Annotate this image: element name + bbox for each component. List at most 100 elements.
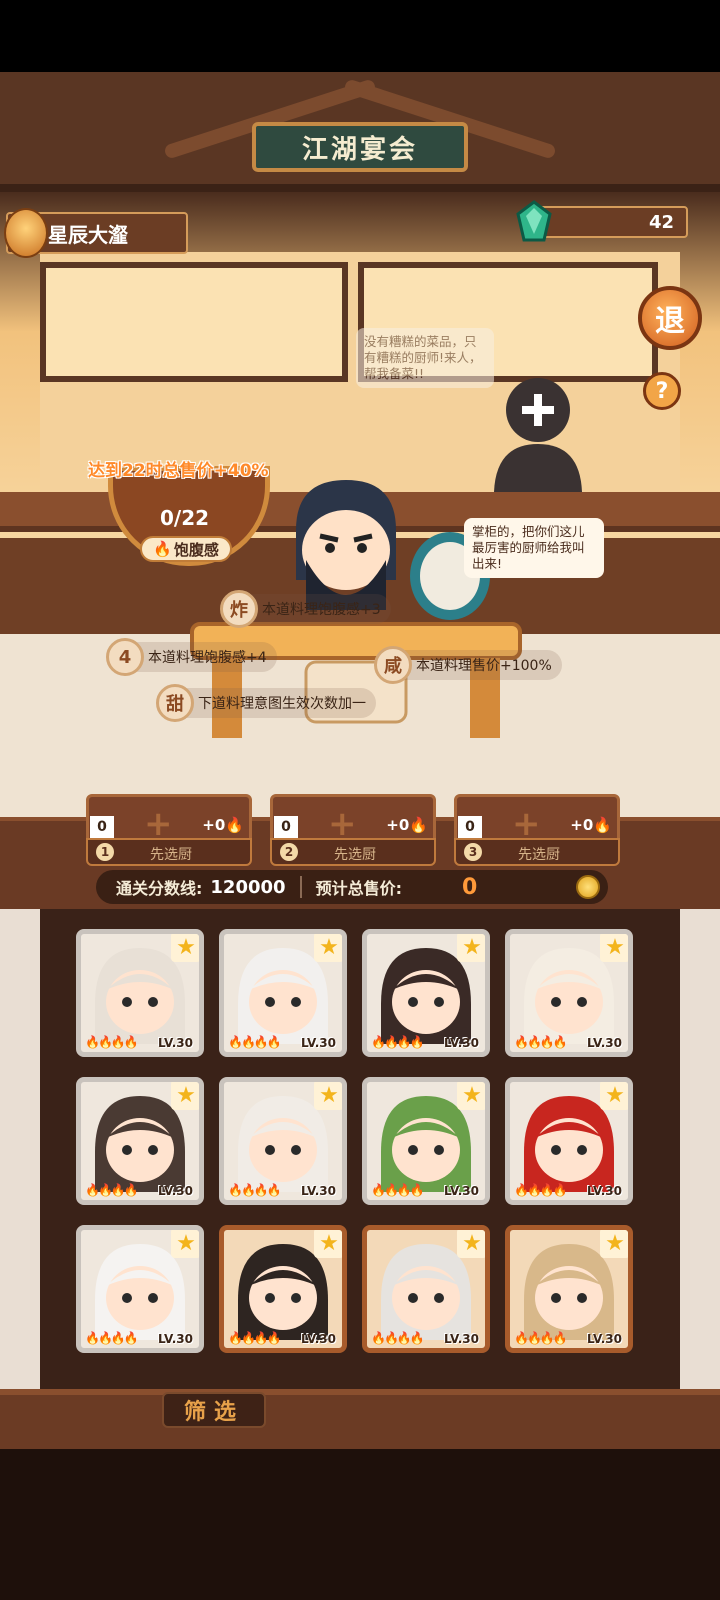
star-icon: ★	[600, 1082, 628, 1110]
slot-count: 0	[274, 816, 298, 838]
flame-icon: 🔥	[153, 540, 172, 558]
chef-card[interactable]: ★ 🔥🔥🔥🔥 LV.30	[505, 929, 633, 1057]
slot-count: 0	[458, 816, 482, 838]
filter-button[interactable]: 筛选	[162, 1392, 266, 1428]
effect-satiety: 4 本道料理饱腹感+4	[106, 638, 277, 676]
serving-table	[190, 622, 522, 738]
flame-icons: 🔥🔥🔥🔥	[514, 1183, 568, 1197]
slot-bonus-value: +0	[570, 816, 594, 834]
bottom-band	[0, 1389, 720, 1449]
slot-label: 先选厨	[334, 847, 376, 863]
speech-bubble-chef: 掌柜的，把你们这儿最厉害的厨师给我叫出来!	[464, 518, 604, 578]
star-icon: ★	[171, 1082, 199, 1110]
total-price-label: 预计总售价:	[315, 879, 402, 898]
effect-text: 下道料理意图生效次数加一	[198, 696, 366, 712]
star-icon: ★	[600, 934, 628, 962]
flame-icon: 🔥	[225, 816, 244, 834]
player-name: 星辰大瀣	[48, 222, 128, 247]
effect-text: 本道料理饱腹感+3	[262, 602, 381, 618]
pass-score-label: 通关分数线:	[116, 879, 203, 898]
effect-text: 本道料理饱腹感+4	[148, 650, 267, 666]
chef-card[interactable]: ★ 🔥🔥🔥🔥 LV.30	[219, 929, 347, 1057]
chef-card[interactable]: ★ 🔥🔥🔥🔥 LV.30	[362, 1077, 490, 1205]
help-button[interactable]: ?	[643, 372, 681, 410]
chef-card[interactable]: ★ 🔥🔥🔥🔥 LV.30	[219, 1077, 347, 1205]
slot-bonus: +0🔥	[202, 816, 244, 834]
slot-label: 先选厨	[518, 847, 560, 863]
title-sign: 江湖宴会	[252, 122, 468, 172]
chef-card[interactable]: ★ 🔥🔥🔥🔥 LV.30	[362, 1225, 490, 1353]
chef-level: LV.30	[444, 1332, 479, 1346]
satiety-count: 0/22	[160, 506, 210, 530]
flame-icons: 🔥🔥🔥🔥	[228, 1331, 282, 1345]
gem-counter: 42	[530, 206, 688, 238]
chef-level: LV.30	[444, 1036, 479, 1050]
gem-count: 42	[648, 212, 674, 233]
floor-bottom	[0, 1449, 720, 1600]
flame-icons: 🔥🔥🔥🔥	[228, 1035, 282, 1049]
effect-sweet: 甜 下道料理意图生效次数加一	[156, 684, 376, 722]
window	[40, 262, 348, 382]
slot-label: 先选厨	[150, 847, 192, 863]
effect-badge: 炸	[220, 590, 258, 628]
chef-card[interactable]: ★ 🔥🔥🔥🔥 LV.30	[505, 1225, 633, 1353]
gem-icon	[516, 200, 552, 242]
chef-level: LV.30	[301, 1036, 336, 1050]
speech-bubble-customer: 没有糟糕的菜品，只有糟糕的厨师!来人，帮我备菜!!	[356, 328, 494, 388]
slot-bonus: +0🔥	[386, 816, 428, 834]
chef-level: LV.30	[301, 1184, 336, 1198]
chef-level: LV.30	[158, 1184, 193, 1198]
slot-bonus-value: +0	[386, 816, 410, 834]
coin-icon	[576, 875, 600, 899]
star-icon: ★	[314, 934, 342, 962]
flame-icons: 🔥🔥🔥🔥	[371, 1183, 425, 1197]
flame-icons: 🔥🔥🔥🔥	[85, 1183, 139, 1197]
star-icon: ★	[457, 1082, 485, 1110]
flame-icons: 🔥🔥🔥🔥	[514, 1331, 568, 1345]
chef-level: LV.30	[301, 1332, 336, 1346]
effect-salty: 咸 本道料理售价+100%	[374, 646, 562, 684]
player-panel[interactable]: 星辰大瀣	[4, 208, 188, 258]
star-icon: ★	[314, 1082, 342, 1110]
chef-slot-2[interactable]: + 0 +0🔥 2 先选厨	[270, 794, 436, 866]
satiety-tag: 🔥 饱腹感	[140, 536, 232, 562]
player-avatar-icon	[4, 208, 48, 258]
chef-level: LV.30	[587, 1332, 622, 1346]
chef-level: LV.30	[158, 1036, 193, 1050]
exit-button[interactable]: 退	[638, 286, 702, 350]
page-title: 江湖宴会	[301, 134, 418, 165]
slot-bonus-value: +0	[202, 816, 226, 834]
chef-level: LV.30	[444, 1184, 479, 1198]
effect-badge: 4	[106, 638, 144, 676]
chef-card[interactable]: ★ 🔥🔥🔥🔥 LV.30	[219, 1225, 347, 1353]
slot-label-bar: 3 先选厨	[454, 838, 620, 866]
effect-text: 本道料理售价+100%	[416, 658, 552, 674]
chef-card[interactable]: ★ 🔥🔥🔥🔥 LV.30	[76, 1077, 204, 1205]
chef-slot-1[interactable]: + 0 +0🔥 1 先选厨	[86, 794, 252, 866]
divider	[299, 876, 302, 898]
flame-icons: 🔥🔥🔥🔥	[371, 1331, 425, 1345]
chef-level: LV.30	[587, 1184, 622, 1198]
pillar	[680, 909, 720, 1389]
pass-score-value: 120000	[210, 876, 286, 898]
flame-icons: 🔥🔥🔥🔥	[371, 1035, 425, 1049]
chef-card[interactable]: ★ 🔥🔥🔥🔥 LV.30	[505, 1077, 633, 1205]
satiety-label: 饱腹感	[173, 540, 219, 559]
flame-icon: 🔥	[409, 816, 428, 834]
star-icon: ★	[457, 1230, 485, 1258]
slot-bonus: +0🔥	[570, 816, 612, 834]
chef-card[interactable]: ★ 🔥🔥🔥🔥 LV.30	[76, 1225, 204, 1353]
star-icon: ★	[457, 934, 485, 962]
score-bar: 通关分数线: 120000 预计总售价: 0	[96, 870, 608, 904]
chef-slot-3[interactable]: + 0 +0🔥 3 先选厨	[454, 794, 620, 866]
chef-grid[interactable]: ★ 🔥🔥🔥🔥 LV.30 ★ 🔥🔥🔥🔥 LV.30 ★ 🔥🔥🔥🔥 LV.30 ★ 🔥🔥🔥🔥 LV.30…	[40, 909, 680, 1389]
chef-level: LV.30	[158, 1332, 193, 1346]
effect-badge: 咸	[374, 646, 412, 684]
slot-label-bar: 1 先选厨	[86, 838, 252, 866]
star-icon: ★	[171, 1230, 199, 1258]
flame-icons: 🔥🔥🔥🔥	[85, 1035, 139, 1049]
chef-card[interactable]: ★ 🔥🔥🔥🔥 LV.30	[362, 929, 490, 1057]
chef-card[interactable]: ★ 🔥🔥🔥🔥 LV.30	[76, 929, 204, 1057]
chef-level: LV.30	[587, 1036, 622, 1050]
add-chef-slot[interactable]	[490, 372, 586, 492]
